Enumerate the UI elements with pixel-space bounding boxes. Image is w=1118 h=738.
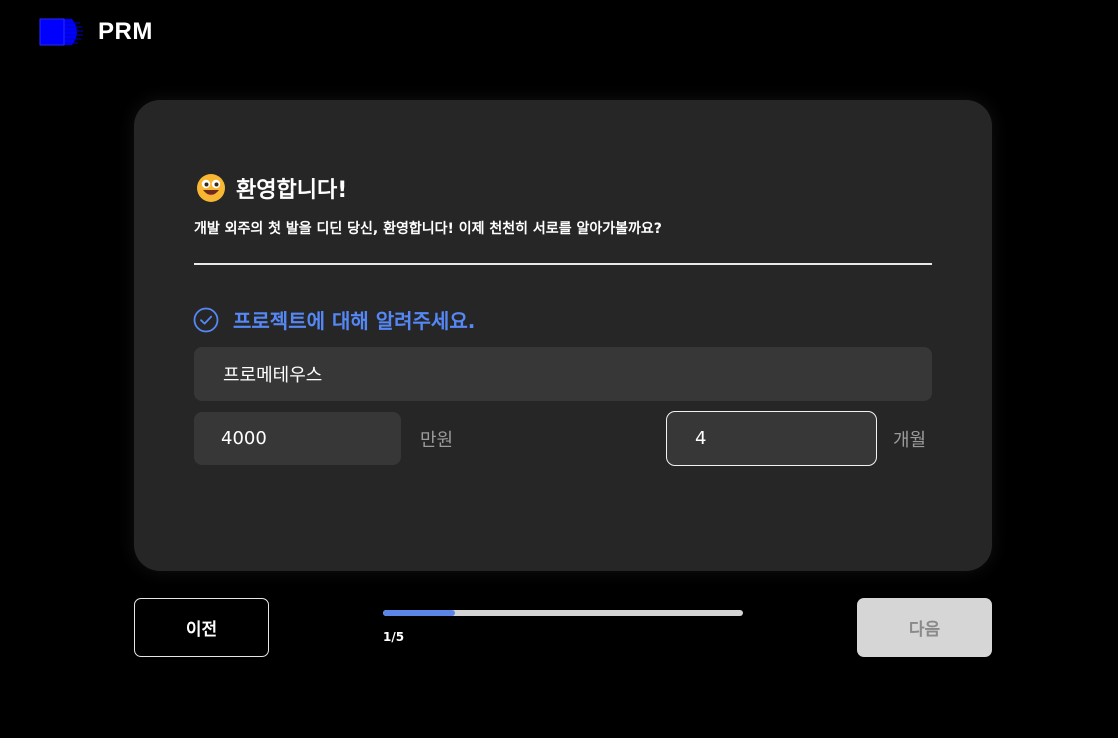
welcome-title: 환영합니다! bbox=[236, 178, 348, 203]
divider bbox=[194, 263, 932, 265]
progress-bar bbox=[383, 610, 743, 616]
budget-unit-label: 만원 bbox=[420, 430, 454, 451]
brand-name: PRM bbox=[98, 18, 153, 45]
grinning-face-emoji-icon bbox=[197, 174, 225, 202]
project-name-input[interactable] bbox=[194, 347, 932, 401]
welcome-heading: 환영합니다! bbox=[196, 172, 347, 204]
header: PRM bbox=[38, 18, 153, 46]
onboarding-card: 환영합니다! 개발 외주의 첫 발을 디딘 당신, 환영합니다! 이제 천천히 … bbox=[134, 100, 992, 571]
section-title: 프로젝트에 대해 알려주세요. bbox=[233, 309, 476, 333]
welcome-subtitle: 개발 외주의 첫 발을 디딘 당신, 환영합니다! 이제 천천히 서로를 알아가… bbox=[194, 221, 662, 237]
period-input[interactable] bbox=[666, 411, 877, 466]
budget-input[interactable] bbox=[194, 412, 401, 465]
prm-logo-icon[interactable] bbox=[38, 18, 84, 46]
next-button[interactable]: 다음 bbox=[857, 598, 992, 657]
section-heading: 프로젝트에 대해 알려주세요. bbox=[193, 305, 475, 334]
period-unit-label: 개월 bbox=[893, 430, 927, 451]
prev-button[interactable]: 이전 bbox=[134, 598, 269, 657]
check-circle-icon bbox=[193, 307, 219, 332]
progress-label: 1/5 bbox=[383, 630, 405, 644]
progress-fill bbox=[383, 610, 455, 616]
